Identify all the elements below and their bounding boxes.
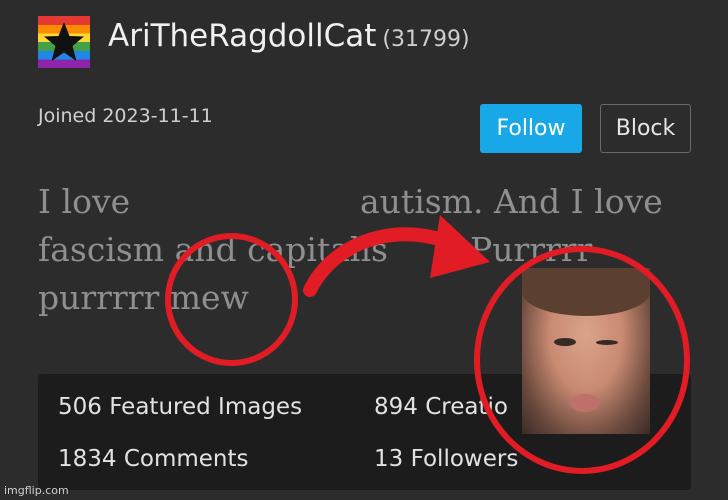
- joined-date: Joined 2023-11-11: [38, 105, 213, 127]
- stat-comments[interactable]: 1834 Comments: [58, 446, 249, 472]
- user-score: (31799): [382, 27, 470, 52]
- stat-followers[interactable]: 13 Followers: [374, 446, 518, 472]
- profile-username: AriTheRagdollCat (31799): [108, 18, 470, 54]
- block-button[interactable]: Block: [600, 104, 691, 153]
- red-arrow-icon: [303, 215, 490, 297]
- follow-button[interactable]: Follow: [480, 104, 582, 153]
- star-icon: [44, 22, 84, 61]
- red-circle-bio: [165, 233, 298, 366]
- red-circle-photo: [474, 246, 690, 474]
- username-text: AriTheRagdollCat: [108, 18, 377, 54]
- stat-featured-images[interactable]: 506 Featured Images: [58, 394, 302, 420]
- bio-line-1a: I love: [38, 182, 131, 221]
- watermark-text: imgflip.com: [4, 484, 69, 497]
- user-avatar[interactable]: [38, 16, 90, 68]
